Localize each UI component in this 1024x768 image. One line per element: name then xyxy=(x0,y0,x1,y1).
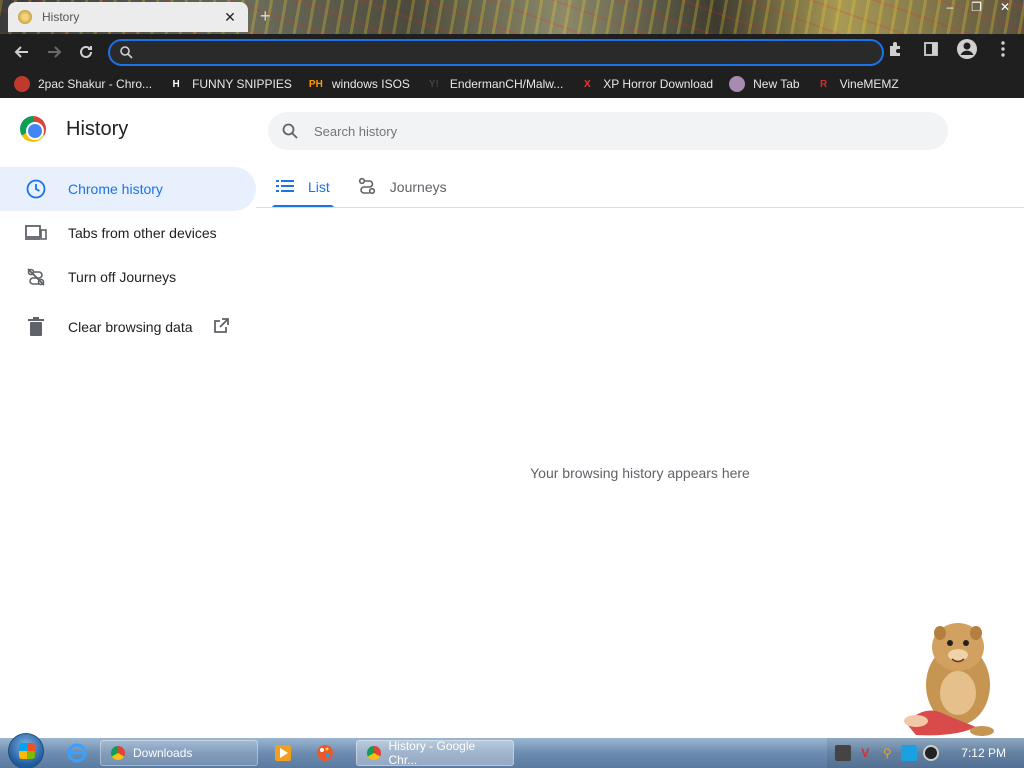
tab-list[interactable]: List xyxy=(272,167,334,208)
back-button[interactable] xyxy=(6,36,38,68)
taskbar-history-button[interactable]: History - Google Chr... xyxy=(356,739,514,767)
x-favicon-icon: X xyxy=(583,78,591,90)
tab-close-icon[interactable]: ✕ xyxy=(222,9,238,26)
journeys-icon xyxy=(358,177,376,198)
address-bar[interactable] xyxy=(108,39,884,66)
tray-v-icon[interactable]: V xyxy=(857,745,873,761)
clock-icon xyxy=(24,177,48,201)
chrome-logo-icon xyxy=(20,116,46,142)
back-arrow-icon xyxy=(14,46,28,58)
reload-button[interactable] xyxy=(70,36,102,68)
tab-journeys[interactable]: Journeys xyxy=(354,167,451,207)
chrome-icon xyxy=(367,746,381,760)
taskbar-downloads-button[interactable]: Downloads xyxy=(100,740,258,766)
window-controls: – ❐ ✕ xyxy=(946,0,1010,14)
address-input[interactable] xyxy=(141,45,882,60)
bookmark-item[interactable]: New Tab xyxy=(729,76,800,92)
bookmark-label: 2pac Shakur - Chro... xyxy=(38,77,153,91)
sidebar-item-other-devices[interactable]: Tabs from other devices xyxy=(0,211,256,255)
tray-webcam-icon[interactable] xyxy=(923,745,940,761)
youpinhole-favicon-icon: Y! xyxy=(428,78,439,90)
history-sidebar: Chrome history Tabs from other devices T… xyxy=(0,167,256,349)
history-search-input[interactable] xyxy=(314,123,948,139)
sidebar-item-turn-off-journeys[interactable]: Turn off Journeys xyxy=(0,255,256,299)
bookmark-label: EndermanCH/Malw... xyxy=(449,77,564,91)
menu-dots-icon[interactable] xyxy=(992,38,1014,60)
bookmark-label: VineMEMZ xyxy=(839,77,899,91)
windows-taskbar: Downloads History - Google Chr... V ⚲ 7:… xyxy=(0,733,1024,768)
sidebar-item-label: Tabs from other devices xyxy=(68,225,217,241)
browser-tab[interactable]: History ✕ xyxy=(8,2,248,32)
bookmark-item[interactable]: R VineMEMZ xyxy=(816,76,899,92)
extensions-icon[interactable] xyxy=(884,38,906,60)
tray-monitor-icon[interactable] xyxy=(901,745,918,761)
bookmark-item[interactable]: 2pac Shakur - Chro... xyxy=(14,76,152,92)
tab-label: List xyxy=(308,179,330,195)
taskbar-button-label: Downloads xyxy=(133,746,193,760)
browser-toolbar xyxy=(0,34,1024,70)
chrome-icon xyxy=(111,746,125,760)
history-tabs: List Journeys xyxy=(272,167,451,208)
maximize-button[interactable]: ❐ xyxy=(971,0,982,14)
empty-state-message: Your browsing history appears here xyxy=(530,465,750,481)
bookmark-item[interactable]: PH windows ISOS xyxy=(308,76,410,92)
bookmark-item[interactable]: Y! EndermanCH/Malw... xyxy=(426,76,563,92)
journeys-off-icon xyxy=(24,265,48,289)
forward-button[interactable] xyxy=(38,36,70,68)
hamster-mascot-icon xyxy=(904,623,994,736)
reload-icon xyxy=(80,45,92,58)
sidebar-item-label: Turn off Journeys xyxy=(68,269,177,285)
new-tab-button[interactable]: + xyxy=(260,6,271,27)
paint-icon[interactable] xyxy=(308,740,342,766)
toolbar-actions xyxy=(884,38,1014,60)
forward-arrow-icon xyxy=(48,46,62,58)
bookmarks-bar: 2pac Shakur - Chro... H FUNNY SNIPPIES PH wi… xyxy=(0,70,1024,98)
devices-icon xyxy=(24,221,48,245)
search-icon xyxy=(120,46,133,59)
history-page: History Chrome history Tabs from other d… xyxy=(0,102,1024,738)
minimize-button[interactable]: – xyxy=(946,0,953,14)
bookmark-item[interactable]: H FUNNY SNIPPIES xyxy=(168,76,292,92)
sidebar-item-chrome-history[interactable]: Chrome history xyxy=(0,167,256,211)
tab-strip: History ✕ + – ❐ ✕ xyxy=(0,0,1024,34)
taskbar-clock[interactable]: 7:12 PM xyxy=(961,746,1006,760)
internet-explorer-icon[interactable] xyxy=(60,740,94,766)
tray-app-icon[interactable] xyxy=(835,745,852,761)
media-player-icon[interactable] xyxy=(266,740,300,766)
sidebar-item-clear-browsing-data[interactable]: Clear browsing data xyxy=(0,305,256,349)
trash-icon xyxy=(24,315,48,339)
taskbar-button-label: History - Google Chr... xyxy=(388,739,476,767)
tabs-divider xyxy=(256,207,1024,208)
bookmark-label: FUNNY SNIPPIES xyxy=(192,77,292,91)
sidebar-item-label: Clear browsing data xyxy=(68,319,193,335)
system-tray: V ⚲ 7:12 PM xyxy=(827,738,1024,768)
history-favicon-icon xyxy=(18,10,32,24)
list-icon xyxy=(276,179,294,196)
start-button[interactable] xyxy=(8,733,44,768)
sidebar-item-label: Chrome history xyxy=(68,181,163,197)
tab-label: Journeys xyxy=(389,179,447,195)
h-favicon-icon: H xyxy=(172,78,180,90)
tray-search-icon[interactable]: ⚲ xyxy=(879,745,895,761)
history-search[interactable] xyxy=(268,112,948,150)
ph-favicon-icon: PH xyxy=(308,78,323,90)
side-panel-icon[interactable] xyxy=(920,38,942,60)
search-icon xyxy=(282,123,298,139)
vine-favicon-icon: R xyxy=(819,78,828,90)
external-link-icon xyxy=(213,317,229,337)
page-header: History xyxy=(20,116,128,142)
newtab-favicon-icon xyxy=(729,76,746,92)
bookmark-label: XP Horror Download xyxy=(603,77,714,91)
close-window-button[interactable]: ✕ xyxy=(1000,0,1010,14)
bookmark-label: New Tab xyxy=(753,77,800,91)
bookmark-label: windows ISOS xyxy=(331,77,410,91)
bookmark-item[interactable]: X XP Horror Download xyxy=(579,76,713,92)
screen: History ✕ + – ❐ ✕ 2pac Shakur - Chro... … xyxy=(0,0,1024,768)
profile-avatar-icon[interactable] xyxy=(956,38,978,60)
tab-title: History xyxy=(42,10,80,24)
page-title: History xyxy=(66,117,129,140)
2pac-favicon-icon xyxy=(14,76,30,92)
